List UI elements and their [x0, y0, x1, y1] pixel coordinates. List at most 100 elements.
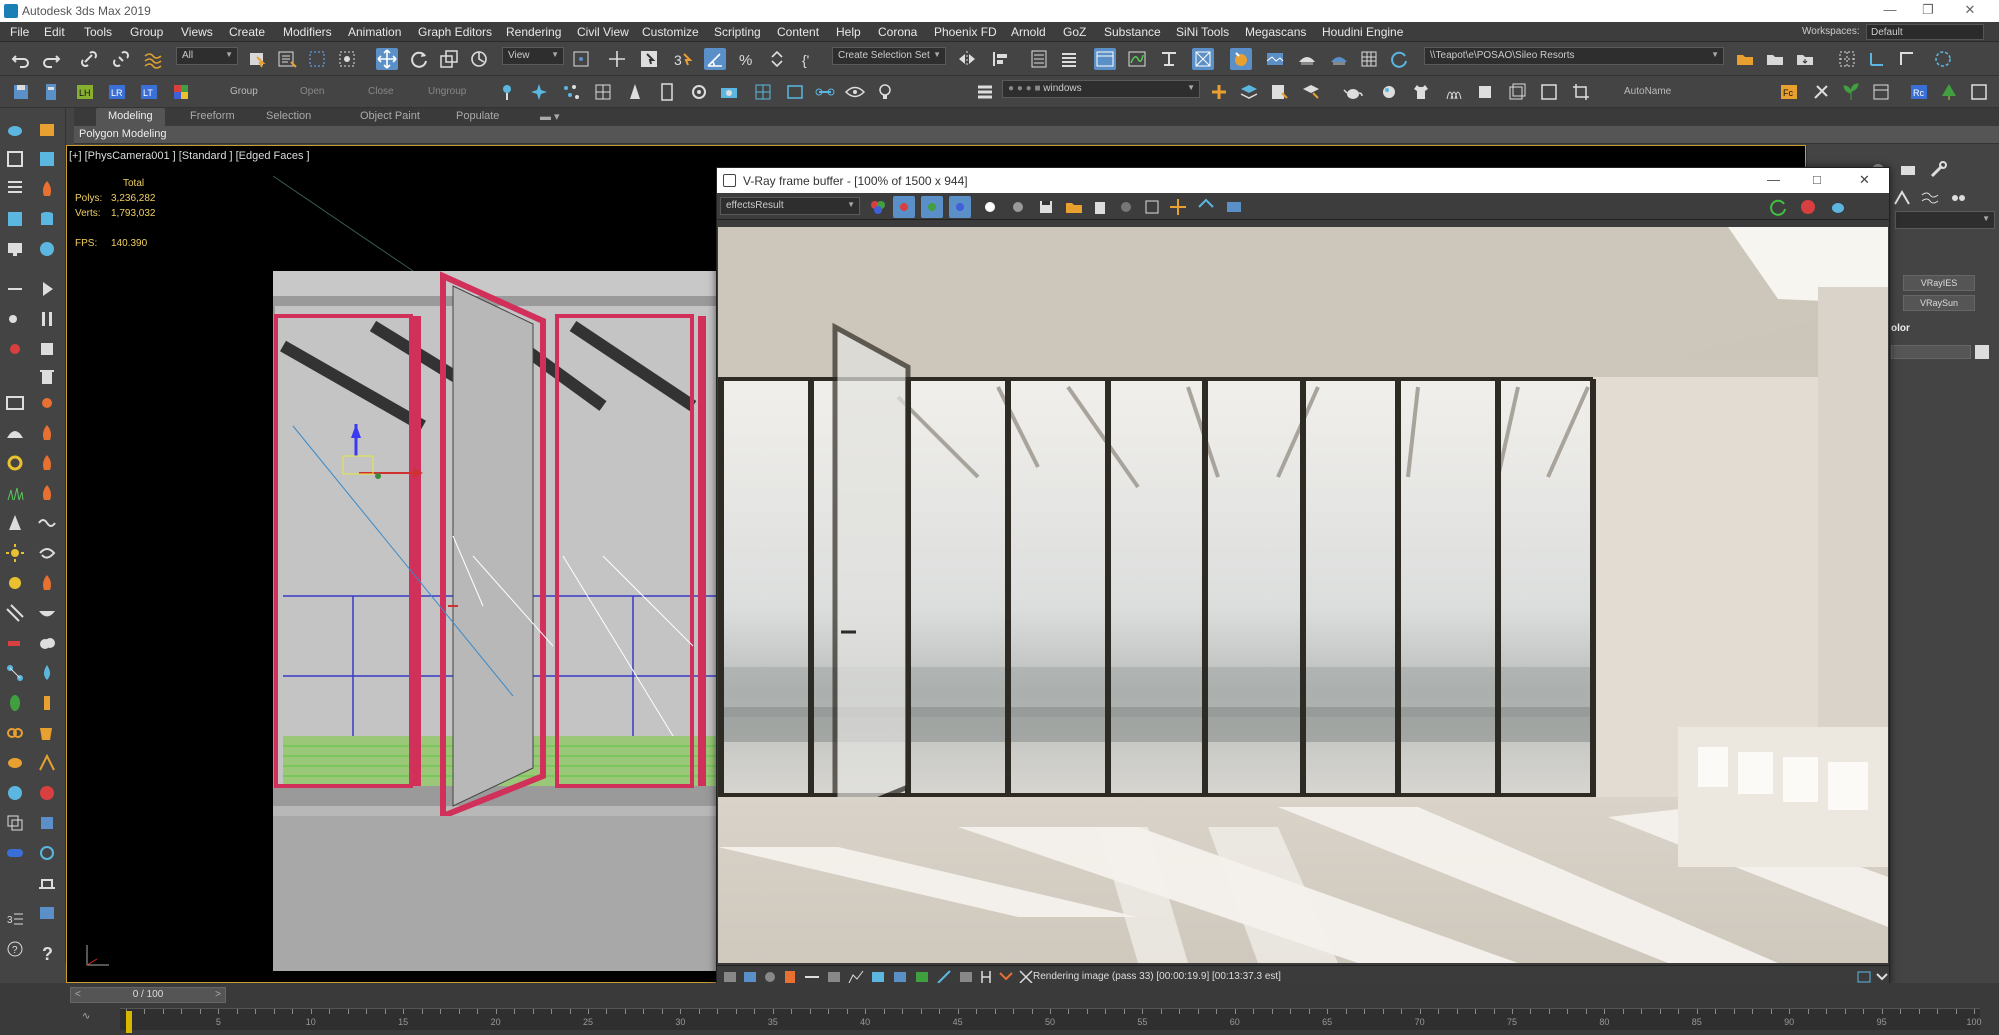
eye-icon[interactable] — [844, 81, 866, 103]
vfb-minimize-button[interactable]: — — [1767, 172, 1780, 187]
grid-object-icon[interactable] — [592, 81, 614, 103]
percent-snap-icon[interactable]: % — [736, 48, 758, 70]
grid-snap-icon[interactable] — [1836, 48, 1858, 70]
leaf-icon[interactable] — [4, 692, 26, 714]
reference-coordinate-dropdown[interactable]: View ▼ — [502, 47, 564, 65]
cloud-icon[interactable] — [36, 632, 58, 654]
hat-icon[interactable] — [36, 872, 58, 894]
utility-wrench-icon[interactable] — [1927, 159, 1949, 181]
schematic-view-icon[interactable] — [1158, 48, 1180, 70]
rectangular-selection-icon[interactable] — [306, 48, 328, 70]
swirl-icon[interactable] — [36, 542, 58, 564]
open-folder-icon[interactable] — [1764, 48, 1786, 70]
layer-select-icon[interactable] — [1300, 81, 1322, 103]
bevel-icon[interactable] — [1506, 81, 1528, 103]
teapot-icon[interactable] — [1342, 81, 1364, 103]
chain-icon[interactable] — [4, 722, 26, 744]
helper-icon[interactable] — [1891, 187, 1913, 209]
keyboard-shortcut-override-icon[interactable] — [638, 48, 660, 70]
sun-light-icon[interactable] — [4, 542, 26, 564]
wheel-icon[interactable] — [688, 81, 710, 103]
nodes-icon[interactable] — [4, 662, 26, 684]
box-blue-icon[interactable] — [36, 902, 58, 924]
manipulate-icon[interactable] — [606, 48, 628, 70]
spacewarp-icon[interactable] — [1919, 187, 1941, 209]
lt-icon[interactable]: LT — [138, 81, 160, 103]
vfb-blue-channel-icon[interactable] — [949, 196, 971, 218]
vfb-follow-icon[interactable] — [1195, 196, 1217, 218]
render-grid-icon[interactable] — [1358, 48, 1380, 70]
maximize-button[interactable]: ❐ — [1908, 2, 1948, 20]
menu-rendering[interactable]: Rendering — [506, 25, 561, 39]
menu-edit[interactable]: Edit — [44, 25, 65, 39]
vfb-save-icon[interactable] — [1035, 196, 1057, 218]
link-chain-icon[interactable] — [814, 81, 836, 103]
shirt-icon[interactable] — [1410, 81, 1432, 103]
vfb-green-channel-icon[interactable] — [921, 196, 943, 218]
layer-add-selection-icon[interactable] — [1268, 81, 1290, 103]
align-icon[interactable] — [990, 48, 1012, 70]
pause-icon[interactable] — [36, 308, 58, 330]
minimize-button[interactable]: — — [1870, 2, 1910, 20]
play-icon[interactable] — [36, 278, 58, 300]
vfb-alpha-icon[interactable] — [979, 196, 1001, 218]
viewport-layout-icon[interactable] — [1538, 81, 1560, 103]
frame-square-icon[interactable] — [1968, 81, 1990, 103]
vfb-mono-icon[interactable] — [1007, 196, 1029, 218]
pivot-center-icon[interactable] — [570, 48, 592, 70]
menu-animation[interactable]: Animation — [348, 25, 401, 39]
project-folder-icon[interactable] — [1734, 48, 1756, 70]
menu-graph-editors[interactable]: Graph Editors — [418, 25, 492, 39]
dome-icon[interactable] — [4, 422, 26, 444]
chip-icon[interactable] — [36, 812, 58, 834]
render-iterative-icon[interactable] — [1328, 48, 1350, 70]
name-field[interactable] — [1891, 345, 1971, 359]
polygon-modeling-label[interactable]: Polygon Modeling — [79, 128, 166, 140]
vrayies-button[interactable]: VRayIES — [1903, 275, 1975, 291]
vfb-channel-dropdown[interactable]: effectsResult ▼ — [720, 197, 860, 215]
material-editor-icon[interactable] — [1192, 48, 1214, 70]
scale-icon[interactable] — [438, 48, 460, 70]
vfb-region-icon[interactable] — [1141, 196, 1163, 218]
menu-houdini-engine[interactable]: Houdini Engine — [1322, 25, 1403, 39]
scene-explorer-icon[interactable] — [1028, 48, 1050, 70]
window-crossing-icon[interactable] — [336, 48, 358, 70]
box-primitive-icon[interactable] — [36, 148, 58, 170]
container-icon[interactable] — [1896, 48, 1918, 70]
cylinder-icon[interactable] — [36, 208, 58, 230]
hair-icon[interactable] — [1442, 81, 1464, 103]
unlink-icon[interactable] — [110, 48, 132, 70]
vfb-history-icon[interactable] — [1115, 196, 1137, 218]
fire3-icon[interactable] — [36, 482, 58, 504]
fire-icon[interactable] — [36, 422, 58, 444]
timeline-playhead[interactable] — [126, 1011, 132, 1033]
menu-substance[interactable]: Substance — [1104, 25, 1161, 39]
menu-help[interactable]: Help — [836, 25, 861, 39]
spinner-snap-icon[interactable] — [766, 48, 788, 70]
bind-space-warp-icon[interactable] — [142, 48, 164, 70]
tab-selection[interactable]: Selection — [254, 108, 323, 126]
layer-dropdown[interactable]: ● ● ● ■ windows ▼ — [1002, 80, 1200, 98]
table-icon[interactable] — [1870, 81, 1892, 103]
create-geometry-icon[interactable] — [36, 118, 58, 140]
autoname-label[interactable]: AutoName — [1624, 86, 1671, 97]
place-icon[interactable] — [468, 48, 490, 70]
rendered-frame-window-icon[interactable] — [1264, 48, 1286, 70]
hatch-icon[interactable] — [4, 602, 26, 624]
menu-arnold[interactable]: Arnold — [1011, 25, 1046, 39]
curve-editor-icon[interactable] — [1126, 48, 1148, 70]
menu-create[interactable]: Create — [229, 25, 265, 39]
vfb-close-button[interactable]: ✕ — [1859, 172, 1870, 188]
drop-icon[interactable] — [36, 662, 58, 684]
mirror-icon[interactable] — [956, 48, 978, 70]
layer-explorer-icon[interactable] — [1058, 48, 1080, 70]
sparkle-icon[interactable] — [528, 81, 550, 103]
tab-object-paint[interactable]: Object Paint — [348, 108, 432, 126]
tab-populate[interactable]: Populate — [444, 108, 511, 126]
vfb-stamp-icon[interactable] — [1223, 196, 1245, 218]
orb-icon[interactable] — [4, 572, 26, 594]
crop-icon[interactable] — [1570, 81, 1592, 103]
render-production-icon[interactable] — [1296, 48, 1318, 70]
refresh-icon[interactable] — [1388, 48, 1410, 70]
menu-corona[interactable]: Corona — [878, 25, 917, 39]
